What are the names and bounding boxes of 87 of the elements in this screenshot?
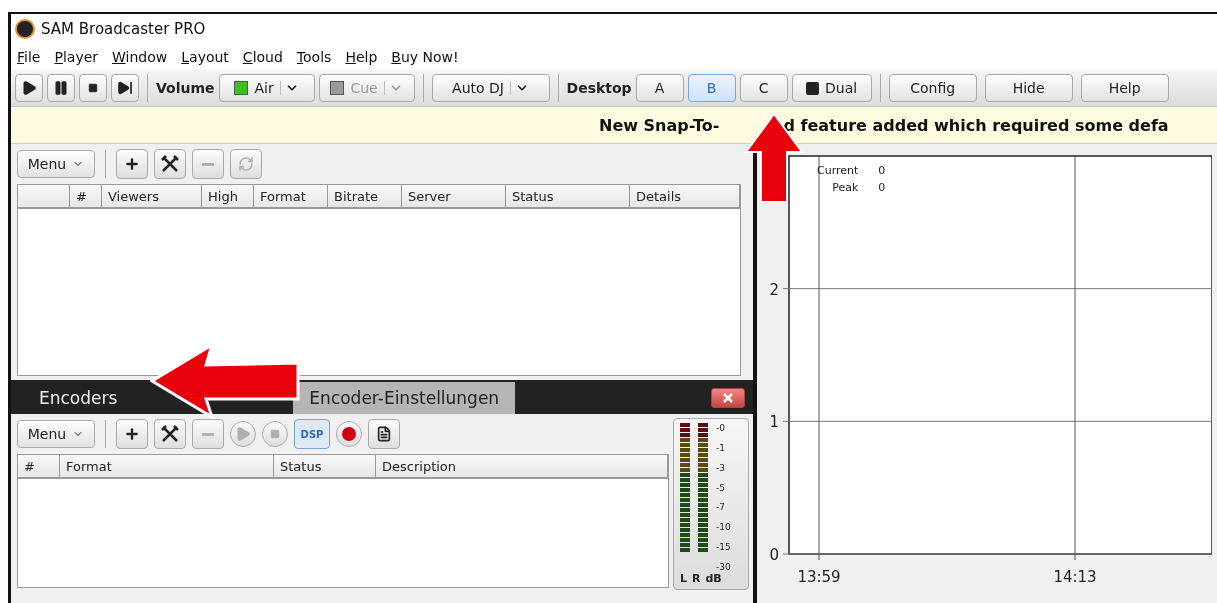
legend-label: Peak	[831, 181, 859, 194]
record-icon	[342, 427, 356, 441]
document-icon	[376, 426, 392, 442]
meter-footer-label: dB	[705, 572, 722, 585]
legend-value: 0	[878, 164, 887, 177]
meter-scale-label: -0	[716, 423, 726, 433]
pause-button[interactable]	[47, 74, 75, 102]
add-button[interactable]	[116, 419, 148, 449]
minus-icon	[202, 162, 214, 166]
column-header[interactable]: Format	[254, 185, 328, 207]
menu-item[interactable]: Buy Now!	[391, 49, 459, 65]
output-button[interactable]: Air	[218, 74, 315, 102]
meter-scale-label: -10	[716, 522, 731, 533]
toolbar-button[interactable]: Config	[888, 74, 977, 102]
plus-icon	[124, 156, 140, 172]
meter-scale-label: -1	[716, 442, 726, 453]
app-logo	[17, 21, 33, 37]
refresh-icon	[238, 156, 254, 172]
y-tick-label: 1	[769, 413, 779, 432]
menu-item[interactable]: Layout	[181, 49, 229, 65]
play-button[interactable]	[15, 74, 43, 102]
menu-item[interactable]: Window	[112, 49, 168, 65]
close-button[interactable]	[711, 388, 745, 408]
plus-icon	[124, 426, 140, 442]
meter-scale-label: -5	[716, 482, 726, 493]
menu-item[interactable]: Player	[54, 49, 99, 65]
stop-button[interactable]	[79, 74, 107, 102]
column-header[interactable]: Viewers	[102, 185, 202, 207]
tools-icon	[161, 155, 179, 173]
panel-tab[interactable]: Encoder-Einstellungen	[293, 382, 516, 414]
desktop-button[interactable]: A	[635, 74, 684, 102]
column-header[interactable]: High	[202, 185, 254, 207]
y-tick-label: 2	[769, 280, 779, 299]
play-icon	[21, 80, 37, 96]
x-tick-label: 14:13	[1053, 568, 1097, 584]
column-header[interactable]: Status	[274, 455, 376, 477]
notice-text: New Snap-To-	[599, 115, 720, 135]
dual-button[interactable]: Dual	[791, 74, 872, 102]
tools-icon	[161, 425, 179, 443]
desktop-label: Desktop	[566, 80, 632, 96]
stop-icon	[88, 83, 98, 93]
meter-scale-label: -7	[716, 502, 726, 513]
pause-icon	[53, 80, 69, 96]
menu-button[interactable]: Menu	[17, 150, 95, 178]
legend-label: Current	[817, 164, 859, 177]
minus-icon	[202, 432, 214, 436]
menu-item[interactable]: File	[17, 49, 41, 65]
stop-icon	[270, 429, 280, 439]
skip-icon	[117, 80, 133, 96]
tools-button[interactable]	[154, 419, 186, 449]
meter-footer-label: L	[680, 572, 687, 585]
column-header[interactable]: Format	[60, 455, 274, 477]
meter-scale-label: -30	[716, 561, 731, 572]
column-header[interactable]: Details	[630, 185, 740, 207]
next-button[interactable]	[111, 74, 139, 102]
menu-item[interactable]: Tools	[296, 49, 332, 65]
volume-label: Volume	[156, 80, 215, 96]
legend-value: 0	[878, 181, 887, 194]
meter-scale-label: -15	[716, 542, 731, 553]
column-header[interactable]: Description	[376, 455, 668, 477]
desktop-button[interactable]: C	[739, 74, 788, 102]
record-button[interactable]	[336, 421, 362, 447]
column-header[interactable]: Server	[402, 185, 506, 207]
panel-tab[interactable]: Encoders	[23, 382, 134, 414]
x-tick-label: 13:59	[797, 568, 841, 584]
auto-dj-button[interactable]: Auto DJ	[431, 74, 550, 102]
desktop-button[interactable]: B	[687, 74, 736, 102]
meter-scale-label: -3	[716, 462, 726, 473]
dsp-button[interactable]: DSP	[294, 419, 330, 449]
column-header[interactable]: #	[18, 455, 60, 477]
menu-item[interactable]: Cloud	[242, 49, 283, 65]
window-title: SAM Broadcaster PRO	[41, 20, 206, 38]
play-icon	[235, 426, 251, 442]
column-header[interactable]: #	[70, 185, 102, 207]
toolbar-button[interactable]: Help	[1080, 74, 1169, 102]
menu-button[interactable]: Menu	[17, 420, 95, 448]
y-tick-label: 0	[769, 546, 779, 564]
notice-text: d feature added which required some defa	[783, 115, 1169, 135]
column-header[interactable]: Status	[506, 185, 630, 207]
column-header[interactable]: Bitrate	[328, 185, 402, 207]
menu-item[interactable]: Help	[345, 49, 378, 65]
log-button[interactable]	[368, 419, 400, 449]
tools-button[interactable]	[154, 149, 186, 179]
toolbar-button[interactable]: Hide	[984, 74, 1073, 102]
close-icon	[722, 392, 734, 404]
meter-footer-label: R	[692, 572, 701, 585]
add-button[interactable]	[116, 149, 148, 179]
